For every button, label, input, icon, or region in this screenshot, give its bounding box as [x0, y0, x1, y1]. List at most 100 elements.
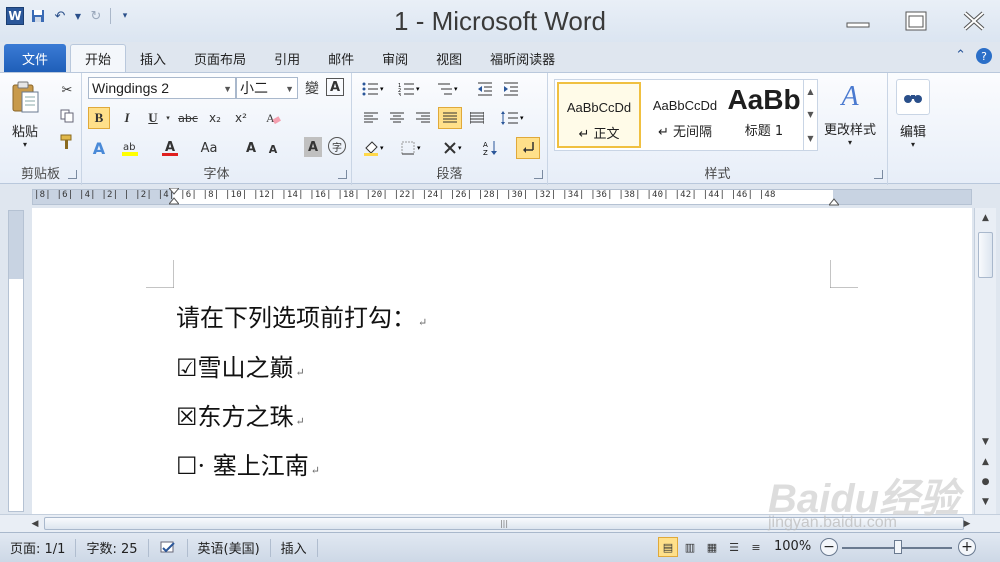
character-border-button[interactable]: A — [326, 78, 344, 96]
shrink-font-button[interactable]: A — [264, 139, 282, 159]
tab-view[interactable]: 视图 — [422, 44, 476, 72]
superscript-button[interactable]: x² — [230, 107, 252, 129]
shading-icon[interactable]: ▾ — [360, 137, 390, 159]
distributed-icon[interactable] — [466, 107, 488, 129]
indent-marker[interactable] — [167, 187, 181, 206]
tab-home[interactable]: 开始 — [70, 44, 127, 72]
tab-review[interactable]: 审阅 — [368, 44, 422, 72]
status-language[interactable]: 英语(美国) — [188, 538, 271, 557]
grow-font-button[interactable]: A — [242, 137, 260, 159]
minimize-ribbon-icon[interactable]: ⌃ — [955, 48, 966, 64]
outline-view-icon[interactable]: ☰ — [724, 537, 744, 557]
numbering-icon[interactable]: 1 2 3 ▾ — [396, 79, 424, 99]
italic-button[interactable]: I — [116, 107, 138, 129]
strikethrough-button[interactable]: abc — [176, 107, 200, 129]
chevron-down-icon[interactable]: ▼ — [807, 110, 813, 119]
format-painter-icon[interactable] — [58, 133, 76, 151]
sort-icon[interactable]: AZ — [480, 137, 502, 159]
underline-dropdown-icon[interactable]: ▾ — [164, 113, 172, 123]
maximize-icon[interactable] — [898, 8, 934, 34]
style-heading-1[interactable]: AaBb 标题 1 — [725, 82, 803, 148]
align-left-icon[interactable] — [360, 107, 382, 129]
previous-page-icon[interactable]: ▲ — [977, 454, 994, 470]
web-layout-icon[interactable]: ▦ — [702, 537, 722, 557]
zoom-in-icon[interactable]: + — [958, 538, 976, 556]
font-name-combo[interactable]: Wingdings 2 ▼ — [88, 77, 236, 99]
enclose-characters-button[interactable]: 字 — [328, 137, 346, 155]
asian-layout-icon[interactable]: ▾ — [440, 137, 468, 159]
vertical-scrollbar[interactable]: ▲ ▼ ▲ ● ▼ — [974, 208, 996, 514]
scroll-up-icon[interactable]: ▲ — [977, 210, 994, 226]
bullets-icon[interactable]: ▾ — [360, 79, 388, 99]
horizontal-ruler[interactable]: |8| |6| |4| |2| | |2| |4| |6| |8| |10| |… — [0, 186, 1000, 208]
right-indent-marker[interactable] — [827, 196, 841, 206]
more-styles-icon[interactable]: ▼ — [807, 134, 813, 143]
font-size-combo[interactable]: 小二 ▼ — [236, 77, 298, 99]
phonetic-guide-button[interactable]: 變 — [302, 78, 322, 98]
zoom-level[interactable]: 100% — [774, 539, 811, 554]
tab-file[interactable]: 文件 — [4, 44, 67, 72]
document-page[interactable]: 请在下列选项前打勾： ↵ ☑雪山之巅 ↵ ☒东方之珠 ↵ ☐· 塞上江南 ↵ — [32, 208, 972, 514]
scroll-left-icon[interactable]: ◀ — [28, 517, 42, 530]
tab-references[interactable]: 引用 — [260, 44, 314, 72]
styles-launcher-icon[interactable] — [874, 170, 883, 179]
spelling-check-icon[interactable] — [149, 538, 188, 557]
close-icon[interactable] — [956, 8, 992, 34]
scroll-thumb[interactable] — [978, 232, 993, 278]
align-right-icon[interactable] — [412, 107, 434, 129]
justify-icon[interactable] — [438, 107, 462, 129]
horizontal-scrollbar[interactable]: ◀ ||| ▶ — [0, 514, 1000, 532]
tab-insert[interactable]: 插入 — [126, 44, 180, 72]
editing-button[interactable]: 编辑 ▾ — [896, 79, 930, 149]
highlight-color-icon[interactable]: ab — [118, 137, 142, 159]
bold-button[interactable]: B — [88, 107, 110, 129]
status-page[interactable]: 页面: 1/1 — [0, 538, 77, 557]
full-screen-reading-icon[interactable]: ▥ — [680, 537, 700, 557]
browse-object-icon[interactable]: ● — [977, 474, 994, 490]
status-word-count[interactable]: 字数: 25 — [76, 538, 149, 557]
decrease-indent-icon[interactable] — [474, 79, 496, 99]
document-line: ☑雪山之巅 ↵ — [176, 348, 305, 383]
tab-mailings[interactable]: 邮件 — [314, 44, 368, 72]
font-color-icon[interactable]: A — [158, 137, 182, 159]
tab-page-layout[interactable]: 页面布局 — [180, 44, 260, 72]
next-page-icon[interactable]: ▼ — [977, 494, 994, 510]
underline-button[interactable]: U — [142, 107, 164, 129]
cut-icon[interactable]: ✂ — [58, 81, 76, 99]
zoom-slider-thumb[interactable] — [894, 540, 902, 554]
vertical-ruler[interactable] — [8, 210, 24, 512]
status-insert-mode[interactable]: 插入 — [271, 538, 318, 557]
font-launcher-icon[interactable] — [338, 170, 347, 179]
draft-view-icon[interactable]: ≡ — [746, 537, 766, 557]
clear-formatting-icon[interactable]: A — [262, 107, 284, 129]
show-hide-marks-icon[interactable] — [516, 137, 540, 159]
svg-text:A: A — [483, 141, 488, 149]
copy-icon[interactable] — [58, 107, 76, 125]
borders-icon[interactable]: ▾ — [398, 137, 426, 159]
chevron-up-icon[interactable]: ▲ — [807, 87, 813, 96]
style-normal[interactable]: AaBbCcDd ↵ 正文 — [557, 82, 641, 148]
change-styles-button[interactable]: A 更改样式 ▾ — [824, 79, 876, 147]
style-no-spacing[interactable]: AaBbCcDd ↵ 无间隔 — [643, 82, 727, 148]
tab-foxit-reader[interactable]: 福昕阅读器 — [476, 44, 569, 72]
multilevel-list-icon[interactable]: ▾ — [434, 79, 462, 99]
character-shading-button[interactable]: A — [304, 137, 322, 157]
zoom-out-icon[interactable]: − — [820, 538, 838, 556]
align-center-icon[interactable] — [386, 107, 408, 129]
paragraph-launcher-icon[interactable] — [534, 170, 543, 179]
minimize-icon[interactable] — [840, 8, 876, 34]
change-case-button[interactable]: Aa — [196, 137, 222, 159]
print-layout-icon[interactable]: ▤ — [658, 537, 678, 557]
scroll-right-icon[interactable]: ▶ — [960, 517, 974, 530]
paste-button[interactable]: 粘贴 ▾ — [8, 79, 42, 149]
hscroll-thumb[interactable]: ||| — [44, 517, 964, 530]
line-spacing-icon[interactable]: ▾ — [498, 107, 528, 129]
chevron-down-icon: ▼ — [285, 84, 294, 94]
text-effects-icon[interactable]: A — [88, 137, 110, 159]
subscript-button[interactable]: x₂ — [204, 107, 226, 129]
help-icon[interactable]: ? — [976, 48, 992, 64]
styles-scroll[interactable]: ▲ ▼ ▼ — [803, 80, 817, 150]
scroll-down-icon[interactable]: ▼ — [977, 434, 994, 450]
increase-indent-icon[interactable] — [500, 79, 522, 99]
clipboard-launcher-icon[interactable] — [68, 170, 77, 179]
